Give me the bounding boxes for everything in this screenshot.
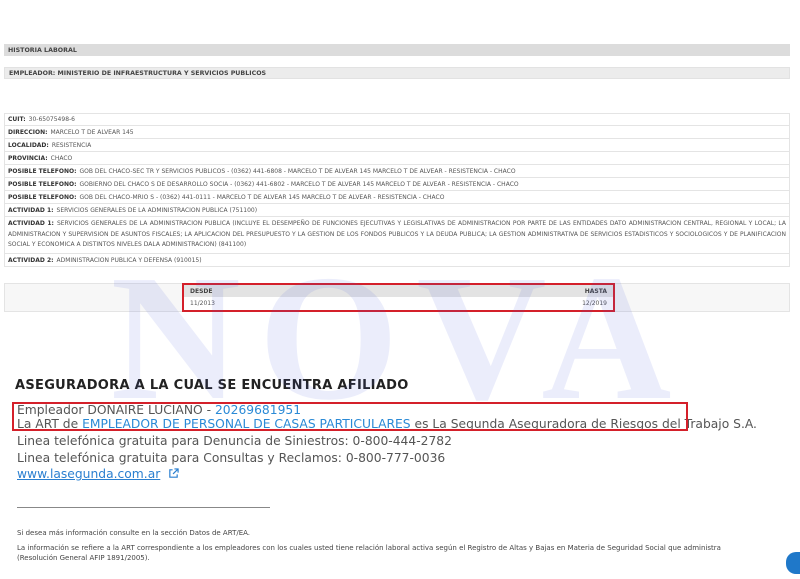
detail-row: POSIBLE TELEFONO: GOBIERNO DEL CHACO S DE… [4,178,790,191]
desde-label: DESDE [190,287,213,295]
detail-row: ACTIVIDAD 1: SERVICIOS GENERALES DE LA AD… [4,217,790,254]
desde-value: 11/2013 [190,300,215,307]
siniestros-line: Linea telefónica gratuita para Denuncia … [17,434,452,448]
section-title: HISTORIA LABORAL [4,44,790,56]
detail-row: LOCALIDAD: RESISTENCIA [4,139,790,152]
employer-header: EMPLEADOR: MINISTERIO DE INFRAESTRUCTURA… [4,67,790,79]
period-highlight: DESDE HASTA 11/2013 12/2019 [182,283,615,312]
art-highlight [12,402,688,431]
detail-row: POSIBLE TELEFONO: GOB DEL CHACO-SEC TR Y … [4,165,790,178]
period-values: 11/2013 12/2019 [184,297,613,310]
art-title: ASEGURADORA A LA CUAL SE ENCUENTRA AFILI… [15,378,409,393]
external-link-icon[interactable] [168,467,179,482]
footnote-more-info: Si desea más información consulte en la … [17,529,251,537]
detail-row: PROVINCIA: CHACO [4,152,790,165]
detail-row: ACTIVIDAD 1: SERVICIOS GENERALES DE LA AD… [4,204,790,217]
help-tab[interactable] [786,552,800,574]
divider [17,507,270,508]
hasta-label: HASTA [584,287,607,295]
detail-row: DIRECCION: MARCELO T DE ALVEAR 145 [4,126,790,139]
hasta-value: 12/2019 [582,300,607,307]
footnote-resolution: (Resolución General AFIP 1891/2005). [17,554,150,562]
detail-row: ACTIVIDAD 2: ADMINISTRACION PUBLICA Y DEF… [4,254,790,267]
footnote-info-scope: La información se refiere a la ART corre… [17,544,721,552]
website-link[interactable]: www.lasegunda.com.ar [17,467,160,481]
employer-details: CUIT: 30-65075498-6 DIRECCION: MARCELO T D… [4,113,790,267]
detail-row: CUIT: 30-65075498-6 [4,113,790,126]
website-line: www.lasegunda.com.ar [17,467,179,482]
consultas-line: Linea telefónica gratuita para Consultas… [17,451,446,465]
watermark-text: NOVA [110,238,690,437]
period-header: DESDE HASTA [184,285,613,297]
detail-row: POSIBLE TELEFONO: GOB DEL CHACO-MRIO S - … [4,191,790,204]
